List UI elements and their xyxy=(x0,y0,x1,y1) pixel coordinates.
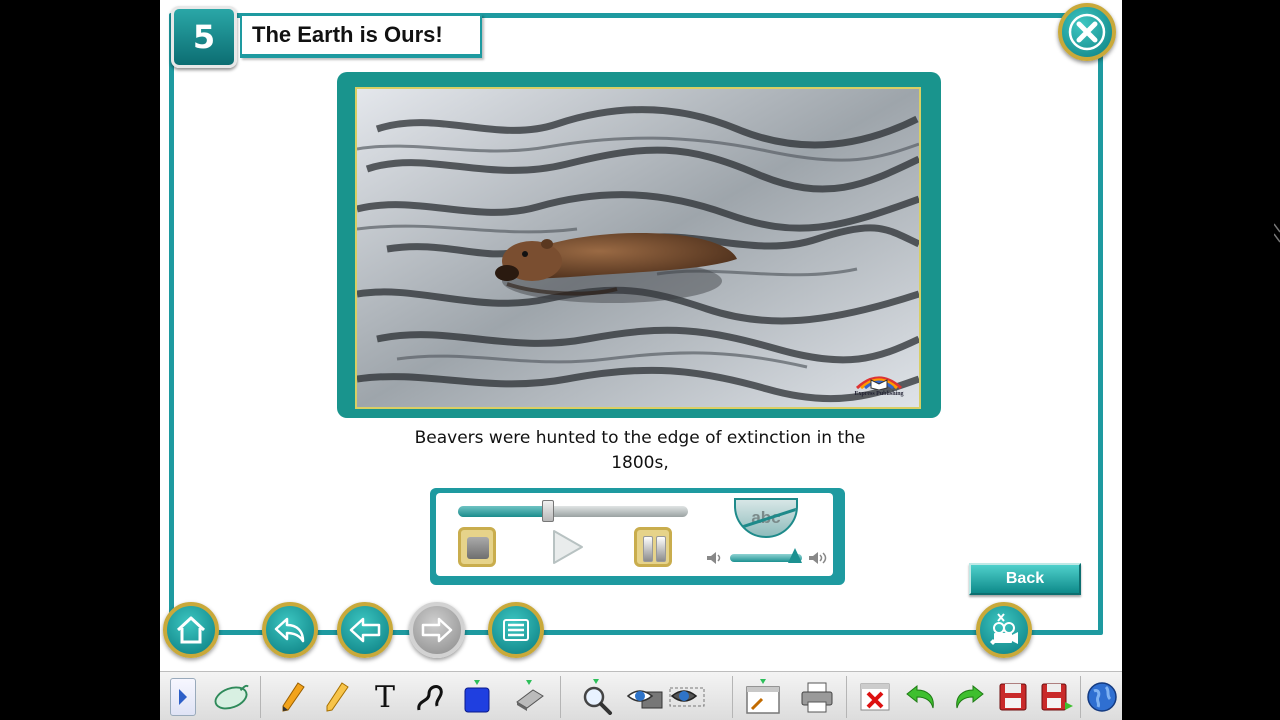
text-tool-button[interactable]: T xyxy=(366,678,404,716)
toolbar-expand-button[interactable] xyxy=(170,678,196,716)
shape-tool-button[interactable] xyxy=(458,678,496,716)
eraser-tool-button[interactable] xyxy=(510,678,548,716)
subtitles-toggle-button[interactable]: abc xyxy=(734,498,798,538)
book-rainbow-logo-icon xyxy=(855,376,903,390)
whiteboard-icon xyxy=(746,679,780,714)
menu-list-icon xyxy=(503,619,529,641)
web-links-button[interactable] xyxy=(1084,678,1120,716)
unit-number-badge: 5 xyxy=(171,6,237,68)
reveal-eye-icon xyxy=(626,690,663,709)
text-tool-icon: T xyxy=(374,679,395,715)
publisher-name: Express Publishing xyxy=(854,391,904,397)
media-player-panel: abc xyxy=(430,488,845,585)
video-camera-icon xyxy=(990,613,1018,645)
caption-line-2: 1800s, xyxy=(611,453,669,473)
toolbar-separator xyxy=(560,676,561,718)
next-button[interactable] xyxy=(409,602,465,658)
next-arrow-icon xyxy=(421,617,453,643)
printer-icon xyxy=(801,682,833,713)
eraser-icon xyxy=(516,680,544,711)
previous-arrow-icon xyxy=(349,617,381,643)
expand-arrow-icon xyxy=(179,689,187,705)
zoom-tool-button[interactable] xyxy=(578,678,616,716)
save-icon xyxy=(999,683,1027,711)
home-icon xyxy=(176,616,206,644)
reveal-tool-button[interactable] xyxy=(626,678,664,716)
pause-button[interactable] xyxy=(634,527,672,567)
publisher-logo: Express Publishing xyxy=(849,370,909,397)
toolbar-separator xyxy=(1080,676,1081,718)
home-button[interactable] xyxy=(163,602,219,658)
redo-icon xyxy=(956,684,984,709)
toolbar-separator xyxy=(846,676,847,718)
menu-button[interactable] xyxy=(488,602,544,658)
volume-control xyxy=(706,548,830,567)
seek-bar-handle[interactable] xyxy=(541,500,554,522)
highlighter-tool-button[interactable] xyxy=(318,678,356,716)
video-view[interactable]: Express Publishing xyxy=(355,87,921,409)
hide-tool-button[interactable] xyxy=(668,678,706,716)
freehand-line-icon xyxy=(417,685,443,711)
undo-navigation-button[interactable] xyxy=(262,602,318,658)
clear-icon xyxy=(860,683,890,711)
media-player-controls: abc xyxy=(436,493,833,576)
undo-icon xyxy=(906,684,934,709)
seek-bar-progress xyxy=(458,506,548,517)
play-button[interactable] xyxy=(546,527,584,567)
caption-line-1: Beavers were hunted to the edge of extin… xyxy=(414,428,866,448)
whiteboard-button[interactable] xyxy=(744,678,782,716)
stop-button[interactable] xyxy=(458,527,496,567)
save-button[interactable] xyxy=(994,678,1032,716)
mouse-tool-button[interactable] xyxy=(212,678,250,716)
undo-arrow-icon xyxy=(274,617,305,643)
unit-title-box: The Earth is Ours! xyxy=(240,14,482,58)
video-caption: Beavers were hunted to the edge of extin… xyxy=(380,426,900,476)
print-button[interactable] xyxy=(798,678,836,716)
seek-bar[interactable] xyxy=(458,500,688,522)
pencil-tool-button[interactable] xyxy=(274,678,312,716)
toolbar-separator xyxy=(732,676,733,718)
volume-high-icon[interactable] xyxy=(808,551,830,565)
undo-button[interactable] xyxy=(902,678,940,716)
play-icon xyxy=(553,530,583,564)
mouse-icon xyxy=(214,684,249,710)
video-toggle-button[interactable] xyxy=(976,602,1032,658)
subtitles-label: abc xyxy=(751,508,781,527)
toolbar-separator xyxy=(260,676,261,718)
volume-slider-handle[interactable] xyxy=(787,548,802,563)
shape-fill-icon xyxy=(464,680,490,713)
volume-low-icon[interactable] xyxy=(706,551,724,565)
close-button[interactable] xyxy=(1058,3,1116,61)
unit-title: The Earth is Ours! xyxy=(252,22,443,47)
clear-button[interactable] xyxy=(856,678,894,716)
globe-icon xyxy=(1087,682,1117,712)
freehand-tool-button[interactable] xyxy=(412,678,450,716)
hide-eye-icon xyxy=(669,687,705,707)
previous-button[interactable] xyxy=(337,602,393,658)
edge-cursor-icon xyxy=(1274,223,1280,243)
close-icon xyxy=(1068,13,1106,51)
save-as-icon xyxy=(1041,683,1073,711)
annotation-toolbar: T xyxy=(160,671,1122,720)
back-button[interactable]: Back xyxy=(969,563,1081,595)
highlighter-icon xyxy=(326,682,349,712)
magnifier-icon xyxy=(583,679,612,715)
beaver-swimming-image xyxy=(357,89,919,407)
video-frame: Express Publishing xyxy=(337,72,941,418)
redo-button[interactable] xyxy=(950,678,988,716)
app-window: 5 The Earth is Ours! Express Publishing … xyxy=(160,0,1122,720)
pencil-icon xyxy=(282,682,305,712)
save-as-button[interactable] xyxy=(1038,678,1076,716)
